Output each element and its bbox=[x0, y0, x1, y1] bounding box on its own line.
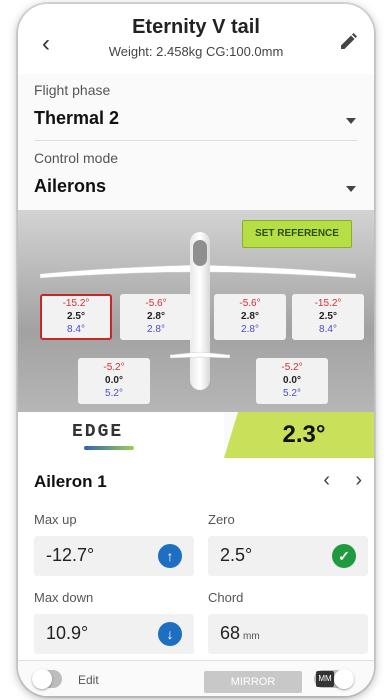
surface-up-value: -15.2° bbox=[62, 298, 90, 309]
zero-field[interactable]: 2.5° ✓ bbox=[208, 536, 368, 576]
chord-field[interactable]: 68 mm bbox=[208, 614, 368, 654]
zero-value: 2.5° bbox=[220, 545, 253, 565]
arrow-down-icon[interactable]: ↓ bbox=[158, 622, 182, 646]
canopy-shape bbox=[193, 240, 207, 266]
surface-zero-value: 2.5° bbox=[67, 311, 85, 322]
surface-up-value: -5.6° bbox=[239, 298, 261, 309]
flight-phase-select[interactable]: Thermal 2 bbox=[34, 108, 119, 129]
chord-value: 68 bbox=[220, 623, 241, 643]
surface-down-value: 5.2° bbox=[283, 388, 301, 399]
surface-down-value: 8.4° bbox=[67, 324, 85, 335]
page-title: Eternity V tail bbox=[132, 16, 260, 38]
max-up-label: Max up bbox=[34, 512, 77, 527]
surface-down-value: 8.4° bbox=[319, 324, 337, 335]
surface-down-value: 5.2° bbox=[105, 388, 123, 399]
surface-card-right-aileron[interactable]: -15.2° 2.5° 8.4° bbox=[292, 294, 364, 340]
surface-up-value: -5.6° bbox=[145, 298, 167, 309]
toggle-knob bbox=[334, 669, 354, 689]
control-mode-caret-icon[interactable] bbox=[346, 186, 356, 192]
surface-up-value: -5.2° bbox=[281, 362, 303, 373]
surface-down-value: 2.8° bbox=[241, 324, 259, 335]
surface-card-right-tail[interactable]: -5.2° 0.0° 5.2° bbox=[256, 358, 328, 404]
checkmark-icon[interactable]: ✓ bbox=[332, 544, 356, 568]
chord-unit: mm bbox=[243, 631, 260, 642]
logo-swoosh bbox=[84, 446, 134, 450]
surface-zero-value: 2.8° bbox=[147, 311, 165, 322]
max-up-value: -12.7° bbox=[46, 545, 95, 565]
next-surface-chevron-icon[interactable]: › bbox=[355, 470, 362, 490]
surface-zero-value: 2.8° bbox=[241, 311, 259, 322]
footer-toolbar: Edit MIRROR MM bbox=[18, 660, 374, 696]
surface-zero-value: 0.0° bbox=[105, 375, 123, 386]
surface-up-value: -15.2° bbox=[314, 298, 342, 309]
surface-zero-value: 2.5° bbox=[319, 311, 337, 322]
chord-label: Chord bbox=[208, 590, 244, 605]
surface-card-left-tail[interactable]: -5.2° 0.0° 5.2° bbox=[78, 358, 150, 404]
surface-card-left-aileron[interactable]: -15.2° 2.5° 8.4° bbox=[40, 294, 112, 340]
weight-cg-subtitle: Weight: 2.458kg CG:100.0mm bbox=[108, 44, 284, 59]
mm-label: MM bbox=[316, 671, 334, 687]
set-reference-button[interactable]: SET REFERENCE bbox=[242, 220, 352, 248]
arrow-up-icon[interactable]: ↑ bbox=[158, 544, 182, 568]
surface-card-right-flap[interactable]: -5.6° 2.8° 2.8° bbox=[214, 294, 286, 340]
toggle-knob bbox=[32, 669, 52, 689]
max-down-label: Max down bbox=[34, 590, 94, 605]
surface-name: Aileron 1 bbox=[34, 472, 107, 491]
pencil-icon[interactable] bbox=[338, 32, 358, 52]
control-mode-select[interactable]: Ailerons bbox=[34, 176, 106, 197]
previous-surface-chevron-icon[interactable]: ‹ bbox=[323, 470, 330, 490]
max-up-field[interactable]: -12.7° ↑ bbox=[34, 536, 194, 576]
surface-up-value: -5.2° bbox=[103, 362, 125, 373]
surface-down-value: 2.8° bbox=[147, 324, 165, 335]
edge-logo: EDGE bbox=[72, 422, 124, 442]
edge-logo-panel: EDGE bbox=[18, 412, 224, 458]
control-mode-label: Control mode bbox=[34, 150, 119, 166]
surface-card-left-flap[interactable]: -5.6° 2.8° 2.8° bbox=[120, 294, 192, 340]
edit-label: Edit bbox=[78, 673, 99, 687]
max-down-field[interactable]: 10.9° ↓ bbox=[34, 614, 194, 654]
divider bbox=[34, 140, 358, 141]
units-toggle[interactable]: MM bbox=[314, 669, 354, 689]
zero-label: Zero bbox=[208, 512, 235, 527]
phone-screen: ‹ Eternity V tail Weight: 2.458kg CG:100… bbox=[18, 4, 374, 696]
flight-phase-caret-icon[interactable] bbox=[346, 118, 356, 124]
edit-toggle[interactable] bbox=[32, 669, 62, 689]
current-angle-readout: 2.3° bbox=[224, 412, 374, 458]
flight-phase-label: Flight phase bbox=[34, 82, 111, 98]
surface-zero-value: 0.0° bbox=[283, 375, 301, 386]
chord-value-wrapper: 68 mm bbox=[220, 623, 260, 644]
v-tail-shape bbox=[170, 351, 230, 359]
app-header: ‹ Eternity V tail Weight: 2.458kg CG:100… bbox=[18, 4, 374, 74]
max-down-value: 10.9° bbox=[46, 623, 89, 643]
glider-diagram: SET REFERENCE -15.2° 2.5° 8.4° -5.6° 2.8… bbox=[18, 210, 374, 412]
mirror-button[interactable]: MIRROR bbox=[204, 671, 302, 693]
